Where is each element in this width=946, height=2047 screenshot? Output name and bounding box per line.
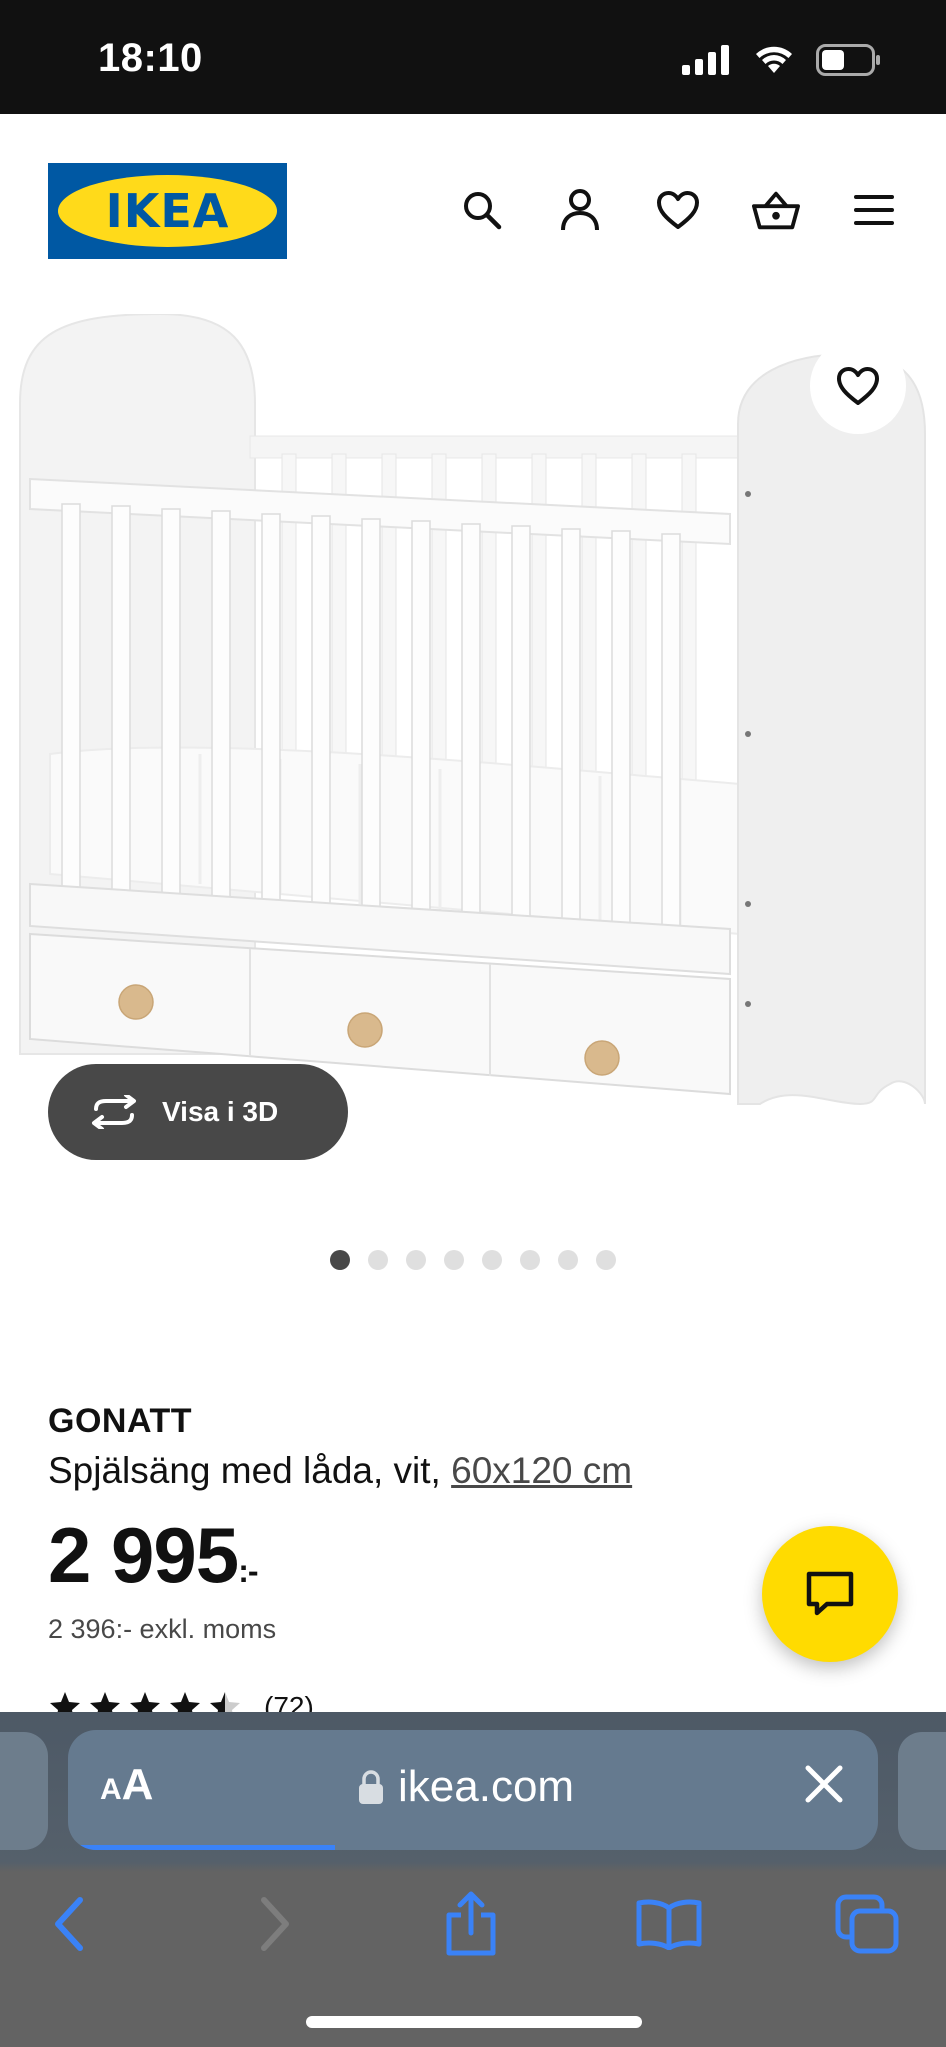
book-icon [636,1899,702,1950]
chevron-right-icon [261,1897,289,1951]
logo-text: IKEA [105,184,230,238]
basket-icon[interactable] [752,186,800,234]
home-indicator [306,2016,642,2028]
signal-icon [682,45,729,75]
carousel-dot[interactable] [444,1250,464,1270]
add-to-favourites-button[interactable] [810,338,906,434]
price-main: 2 995 [48,1511,239,1599]
site-header: IKEA [0,114,946,314]
bookmarks-button[interactable] [634,1892,704,1956]
product-name: GONATT [48,1402,193,1440]
next-tab-preview[interactable] [898,1732,946,1850]
lock-icon [359,1770,383,1804]
text-size-small-a: A [100,1773,122,1806]
carousel-dot[interactable] [520,1250,540,1270]
chevron-left-icon [55,1897,83,1951]
status-time: 18:10 [98,36,203,80]
price-excl-vat: 2 396:- exkl. moms [48,1614,277,1644]
chat-button[interactable] [762,1526,898,1662]
search-icon[interactable] [458,186,506,234]
carousel-dot[interactable] [330,1250,350,1270]
url-text: ikea.com [398,1762,575,1811]
view-in-3d-label: Visa i 3D [162,1096,279,1127]
address-bar[interactable]: AA ikea.com [68,1730,878,1850]
url-display[interactable]: ikea.com [358,1762,574,1812]
account-icon[interactable] [556,186,604,234]
favourites-icon[interactable] [654,186,702,234]
carousel-dot[interactable] [558,1250,578,1270]
menu-icon[interactable] [850,186,898,234]
carousel-dot[interactable] [368,1250,388,1270]
forward-button[interactable] [240,1892,310,1956]
status-bar: 18:10 [0,0,946,114]
price-suffix: :- [238,1553,258,1589]
product-price: 2 995:- [48,1510,259,1601]
chat-icon [806,1571,854,1616]
stop-loading-button[interactable] [804,1764,844,1809]
ikea-logo[interactable]: IKEA [48,163,287,259]
browser-toolbar [0,1874,946,1974]
wifi-icon [756,46,792,73]
rotate-3d-icon [92,1095,136,1129]
tabs-button[interactable] [832,1892,902,1956]
browser-bottom-bar: AA ikea.com [0,1712,946,2047]
crib-illustration [19,314,926,1106]
text-size-button[interactable]: AA [100,1760,153,1810]
previous-tab-preview[interactable] [0,1732,48,1850]
carousel-dot[interactable] [596,1250,616,1270]
battery-icon [816,44,880,76]
view-in-3d-button[interactable]: Visa i 3D [48,1064,348,1160]
carousel-dots [0,1250,946,1270]
status-icons [682,44,882,76]
page-load-progress [68,1845,336,1850]
back-button[interactable] [34,1892,104,1956]
product-size-link[interactable]: 60x120 cm [451,1450,632,1491]
close-icon [805,1765,843,1803]
header-icons [458,186,898,234]
share-icon [446,1891,496,1956]
carousel-dot[interactable] [406,1250,426,1270]
carousel-dot[interactable] [482,1250,502,1270]
product-description: Spjälsäng med låda, vit, 60x120 cm [48,1450,632,1492]
product-image[interactable]: Visa i 3D [0,314,946,1194]
share-button[interactable] [436,1891,506,1956]
text-size-big-a: A [121,1760,154,1809]
heart-icon [837,367,879,405]
tabs-icon [835,1894,899,1954]
product-description-text: Spjälsäng med låda, vit, [48,1450,452,1491]
